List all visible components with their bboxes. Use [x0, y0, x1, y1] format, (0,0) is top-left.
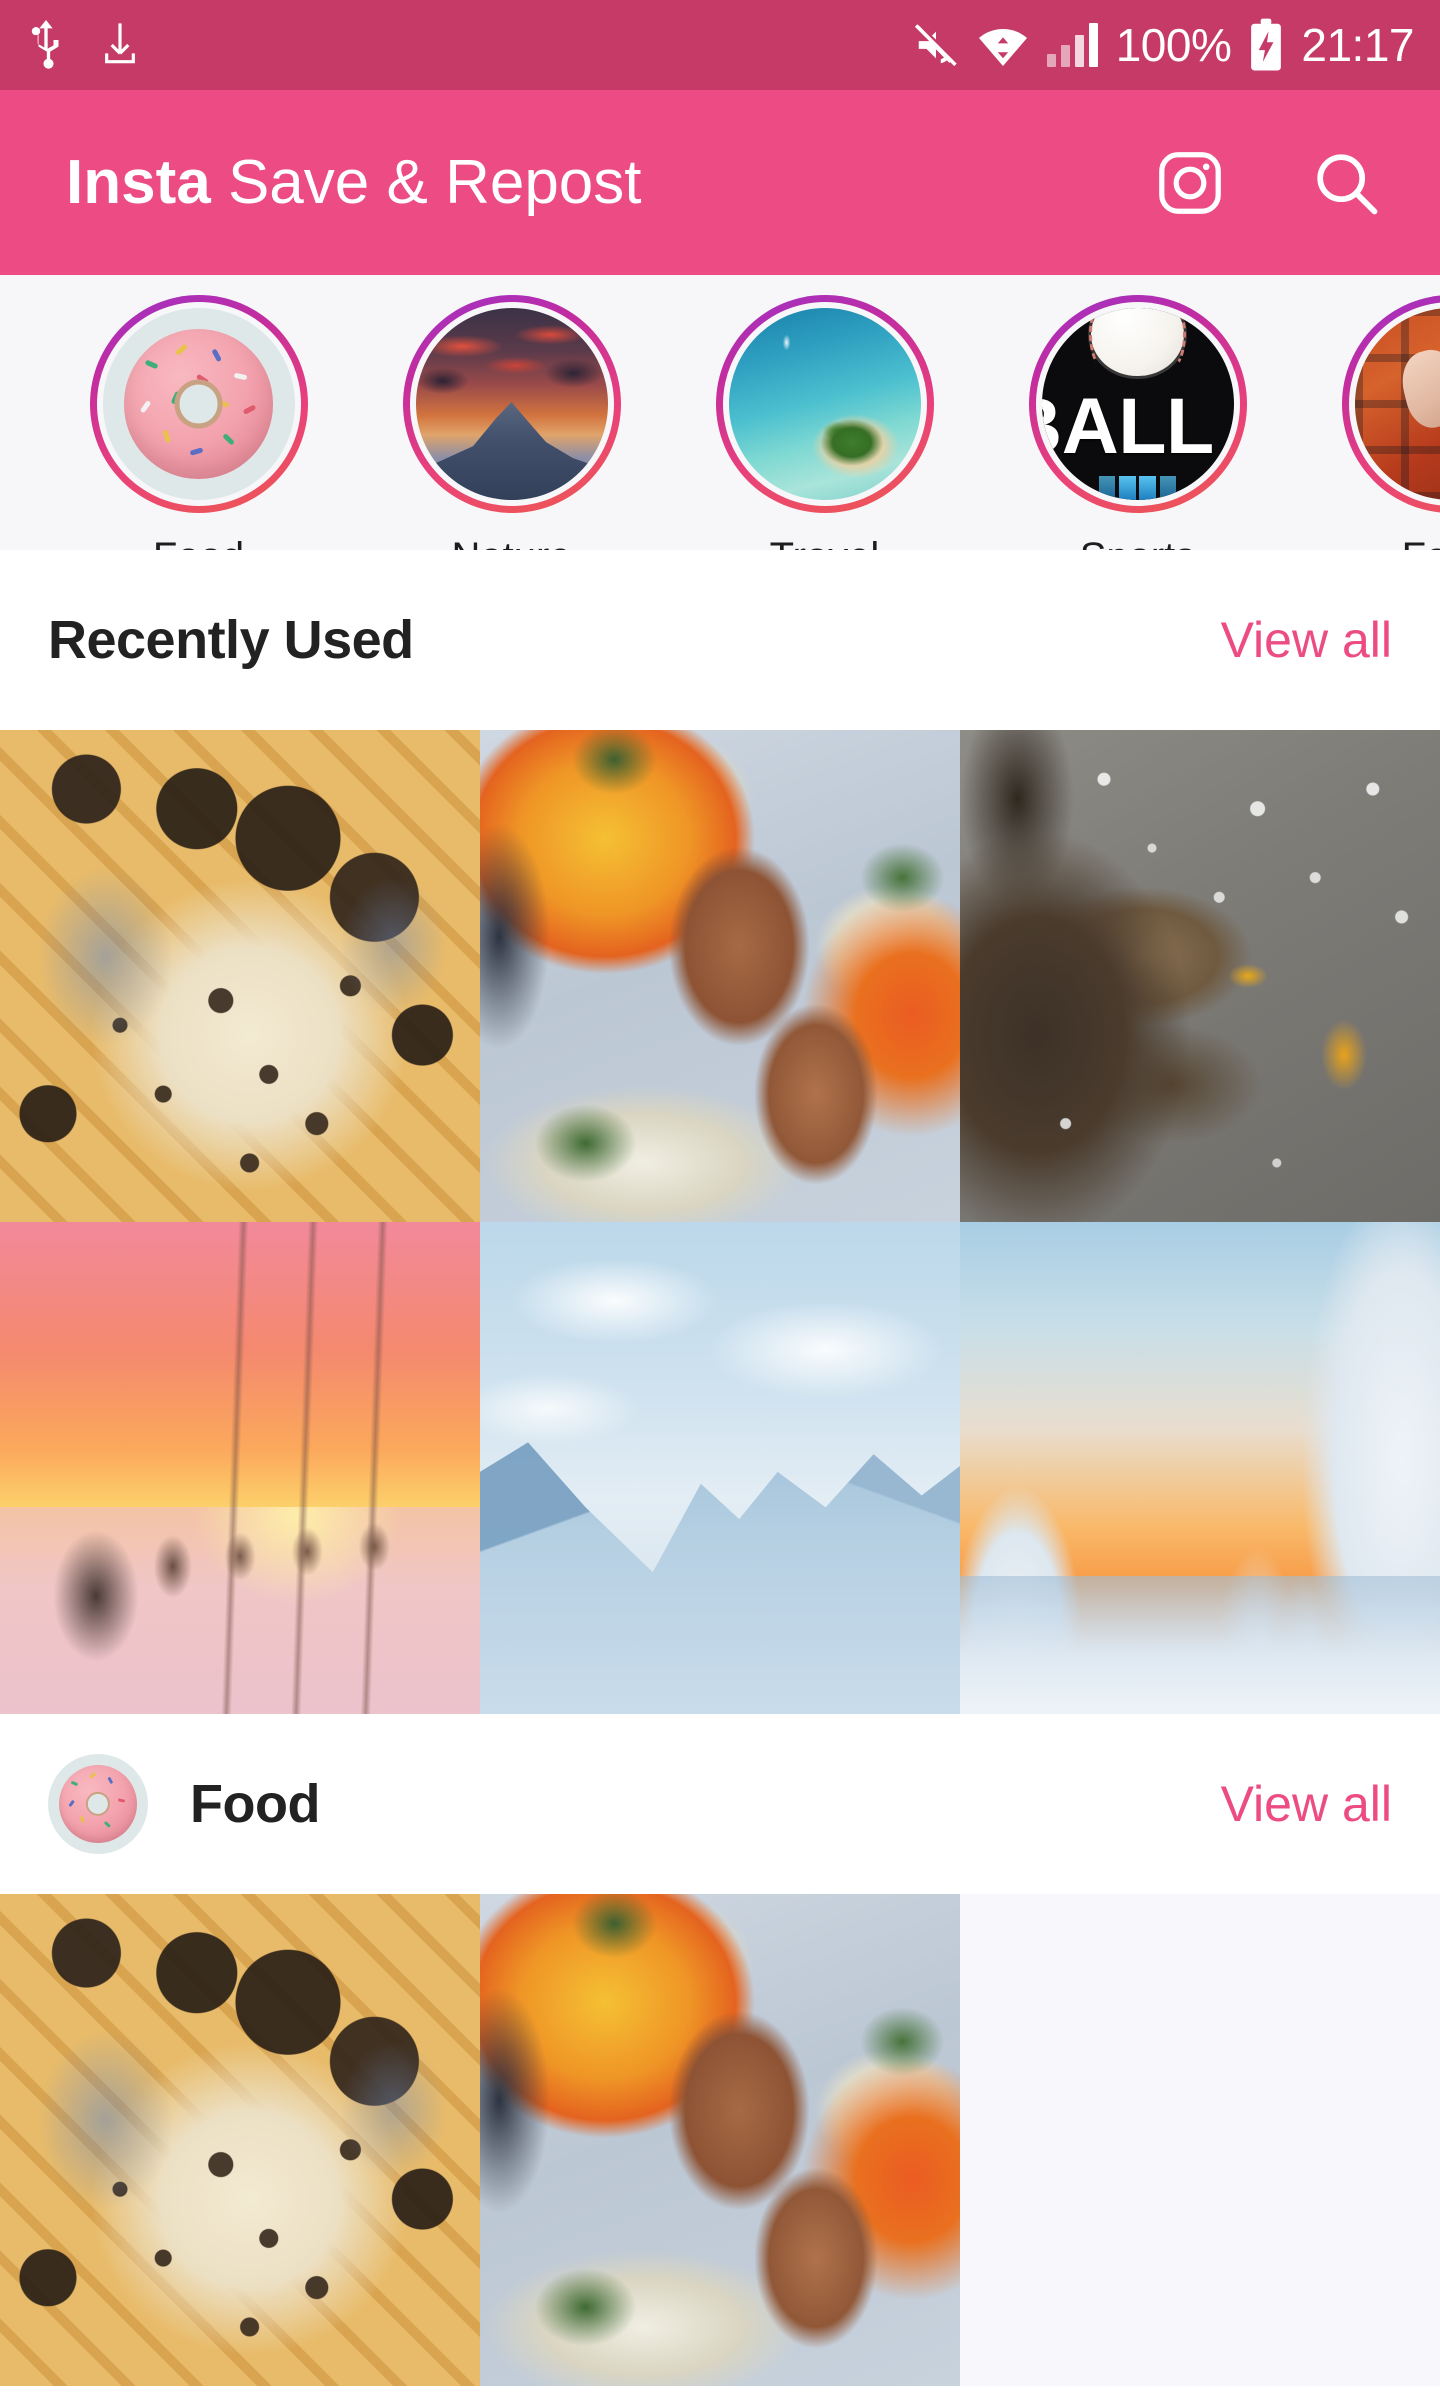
photo-cookies-cream-waffle[interactable]	[0, 730, 480, 1222]
section-title: Food	[190, 1774, 320, 1834]
app-bar-actions	[1154, 147, 1382, 219]
stories-row[interactable]: Food Nature Travel	[0, 275, 1440, 550]
baseball-plays-logo-avatar: BASEBALL PLAYS	[1041, 308, 1234, 500]
search-icon[interactable]	[1310, 147, 1382, 219]
photo-eagle-snow[interactable]	[960, 730, 1440, 1222]
instagram-icon[interactable]	[1154, 147, 1226, 219]
view-all-link[interactable]: View all	[1221, 611, 1392, 669]
sports-avatar-text: BASEBALL PLAYS	[1042, 382, 1234, 471]
donut-avatar	[102, 308, 295, 500]
mute-icon	[913, 22, 959, 68]
signal-icon	[1046, 23, 1098, 67]
app-bar: Insta Save & Repost	[0, 90, 1440, 275]
photo-snowy-sunset-field[interactable]	[0, 1222, 480, 1714]
story-item-fashion[interactable]: Fashi	[1294, 275, 1440, 550]
view-all-link[interactable]: View all	[1221, 1775, 1392, 1833]
section-header-food: Food View all	[0, 1714, 1440, 1894]
story-item-nature[interactable]: Nature	[355, 275, 668, 550]
photo-grid-food	[0, 1894, 1440, 2386]
app-title-regular: Save & Repost	[227, 147, 642, 217]
story-item-sports[interactable]: BASEBALL PLAYS Sports	[981, 275, 1294, 550]
wifi-icon	[977, 23, 1029, 67]
photo-snowy-spruce-sunset[interactable]	[960, 1222, 1440, 1714]
story-ring	[402, 295, 621, 513]
story-label: Travel	[770, 535, 880, 550]
story-ring: BASEBALL PLAYS	[1028, 295, 1247, 513]
story-label: Sports	[1080, 535, 1196, 550]
section-title: Recently Used	[48, 610, 414, 670]
story-label: Nature	[451, 535, 571, 550]
battery-percent-label: 100%	[1115, 19, 1232, 71]
status-bar-right: 100% 21:17	[913, 17, 1414, 73]
download-icon	[100, 20, 140, 70]
plaid-flannel-avatar	[1354, 308, 1440, 500]
donut-avatar	[48, 1754, 148, 1854]
status-bar: 100% 21:17	[0, 0, 1440, 90]
photo-sushi-rolls-hands[interactable]	[480, 730, 960, 1222]
tropical-island-avatar	[728, 308, 921, 500]
usb-icon	[26, 19, 66, 71]
photo-grid-recently-used	[0, 730, 1440, 1714]
photo-cookies-cream-waffle[interactable]	[0, 1894, 480, 2386]
story-item-food[interactable]: Food	[42, 275, 355, 550]
story-ring	[89, 295, 308, 513]
story-ring	[1341, 295, 1440, 513]
battery-charging-icon	[1249, 17, 1283, 73]
photo-blue-mountains[interactable]	[480, 1222, 960, 1714]
story-label: Fashi	[1402, 535, 1440, 550]
status-bar-left	[26, 19, 140, 71]
photo-grid-empty-slot	[960, 1894, 1440, 2386]
clock-label: 21:17	[1301, 19, 1414, 71]
mountain-sunset-avatar	[415, 308, 608, 500]
app-title-bold: Insta	[66, 147, 211, 217]
story-ring	[715, 295, 934, 513]
story-item-travel[interactable]: Travel	[668, 275, 981, 550]
story-label: Food	[153, 535, 244, 550]
section-header-recently-used: Recently Used View all	[0, 550, 1440, 730]
app-title: Insta Save & Repost	[66, 151, 642, 214]
photo-sushi-rolls-hands[interactable]	[480, 1894, 960, 2386]
